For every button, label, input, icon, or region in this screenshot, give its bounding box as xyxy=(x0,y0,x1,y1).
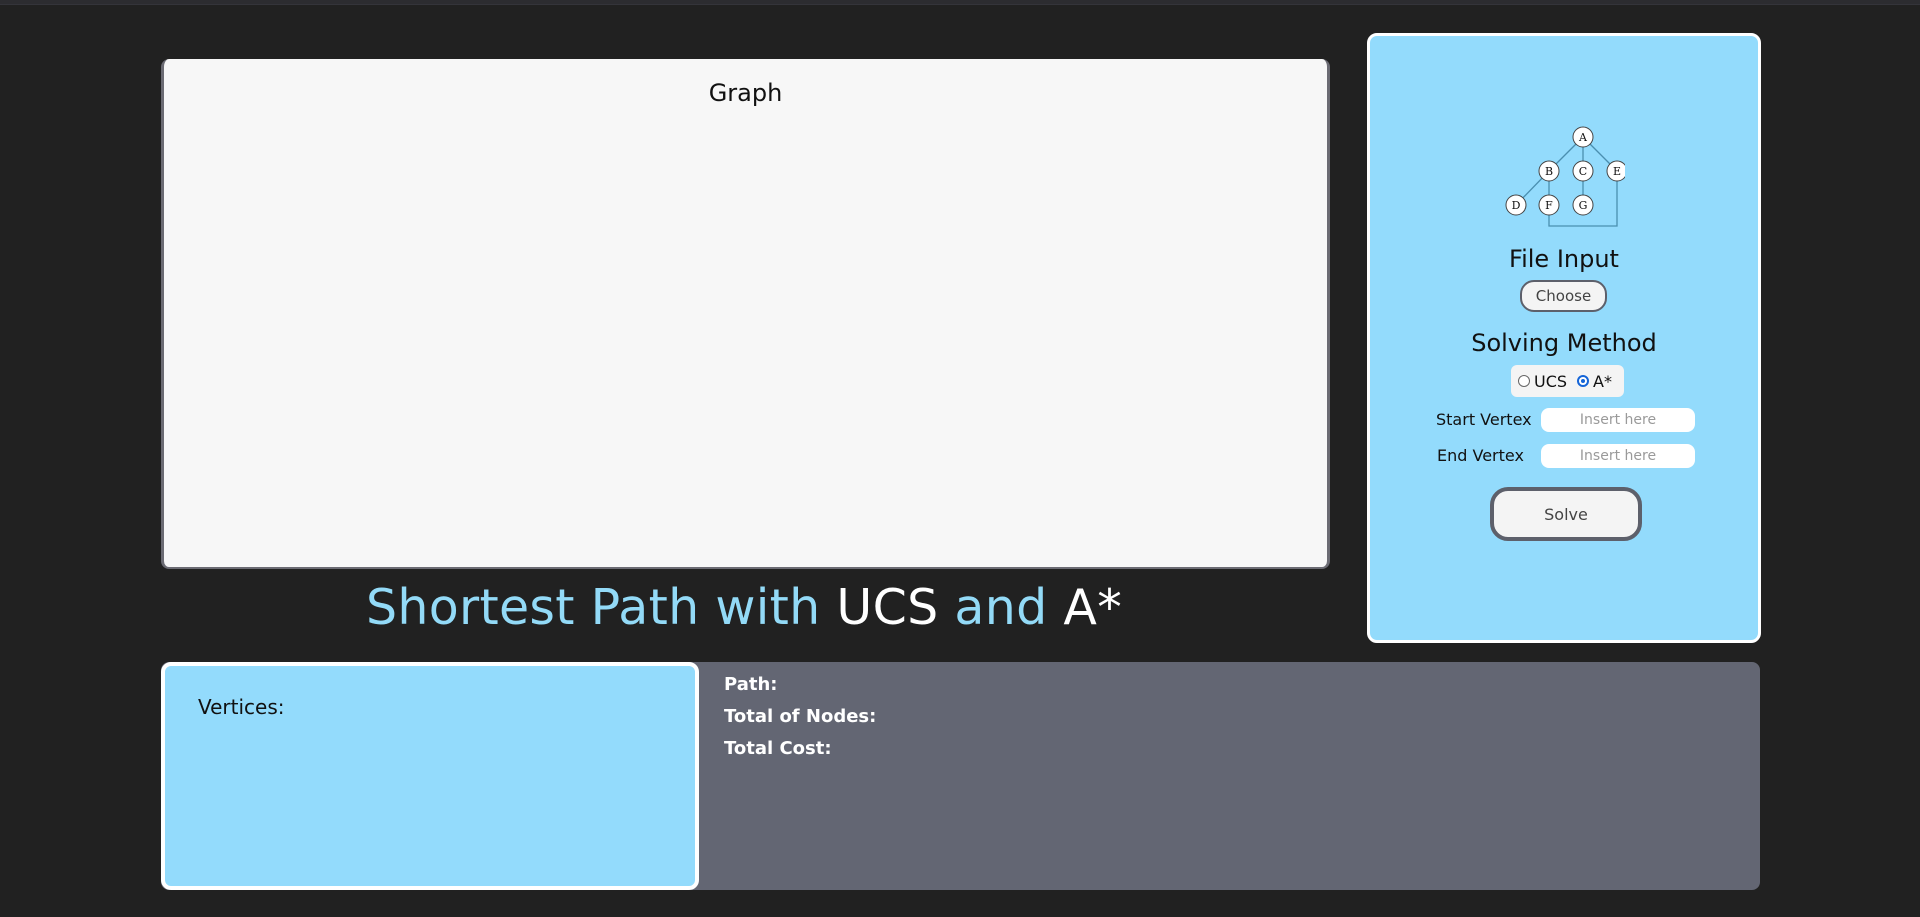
end-vertex-label: End Vertex xyxy=(1437,446,1524,465)
title-part-ucs: UCS xyxy=(836,579,939,636)
tree-node-label: B xyxy=(1545,165,1553,178)
vertices-panel: Vertices: xyxy=(161,662,699,890)
file-input-heading: File Input xyxy=(1509,245,1619,273)
ucs-radio[interactable] xyxy=(1518,375,1530,387)
title-part-astar: A* xyxy=(1063,579,1123,636)
solving-method-radio-group: UCS A* xyxy=(1511,365,1624,397)
title-part-and: and xyxy=(954,579,1048,636)
choose-file-button[interactable]: Choose xyxy=(1520,280,1607,312)
control-panel: A B C E D F G File Input Choose Solving … xyxy=(1367,33,1761,643)
tree-node-label: E xyxy=(1613,165,1621,178)
graph-title: Graph xyxy=(708,79,783,107)
window-top-bar xyxy=(0,0,1920,5)
end-vertex-input[interactable] xyxy=(1541,444,1695,468)
total-cost-label: Total Cost: xyxy=(724,738,832,759)
tree-node-label: G xyxy=(1579,199,1588,212)
solving-method-heading: Solving Method xyxy=(1471,329,1657,357)
vertices-label: Vertices: xyxy=(198,695,285,719)
astar-radio[interactable] xyxy=(1577,375,1590,387)
astar-radio-label: A* xyxy=(1593,371,1612,391)
tree-node-label: D xyxy=(1512,199,1521,212)
title-part-shortest-path: Shortest Path with xyxy=(365,579,821,636)
total-nodes-label: Total of Nodes: xyxy=(724,706,877,727)
path-label: Path: xyxy=(724,674,778,695)
start-vertex-label: Start Vertex xyxy=(1436,410,1532,429)
tree-node-label: F xyxy=(1545,199,1553,212)
start-vertex-input[interactable] xyxy=(1541,408,1695,432)
graph-canvas[interactable]: Graph xyxy=(161,59,1330,569)
graph-tree-icon: A B C E D F G xyxy=(1505,126,1625,227)
ucs-radio-label: UCS xyxy=(1534,371,1568,391)
solve-button[interactable]: Solve xyxy=(1490,487,1642,541)
tree-node-label: C xyxy=(1579,165,1587,178)
page-title: Shortest Path with UCS and A* xyxy=(161,576,1327,640)
tree-node-label: A xyxy=(1578,131,1588,144)
